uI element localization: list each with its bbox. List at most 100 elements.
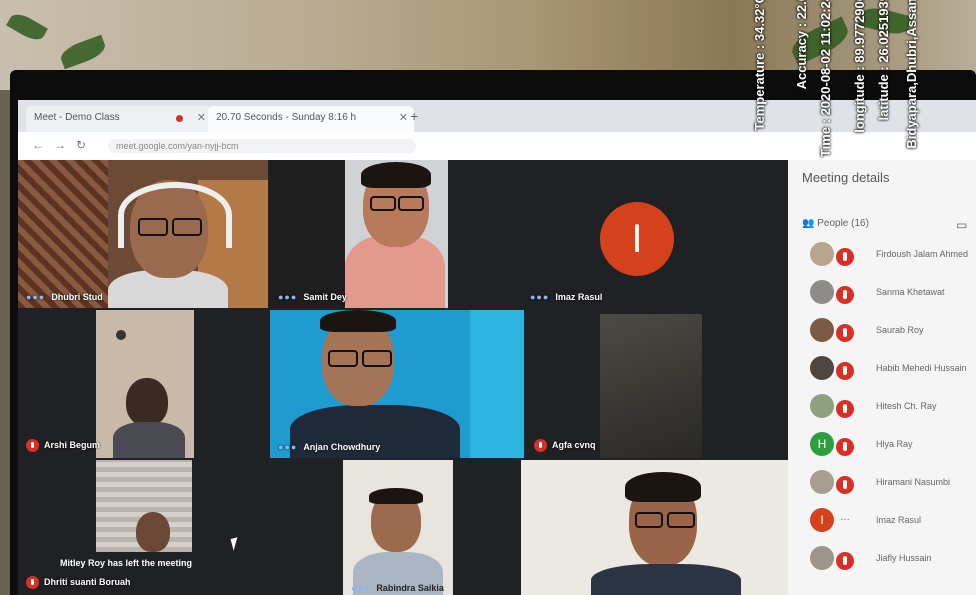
chat-icon[interactable]: ▭ — [956, 218, 967, 232]
participant-name: Hiramani Nasumbi — [876, 477, 951, 487]
participant-body — [113, 422, 185, 458]
participant-name: Jiafly Hussain — [876, 553, 932, 563]
more-dots-icon[interactable]: … — [840, 512, 850, 523]
participant-name: Imaz Rasul — [876, 515, 922, 525]
participant-tile[interactable]: ●●● Rabindra Saikia — [343, 460, 453, 595]
plant-leaf — [6, 9, 48, 45]
mic-off-icon — [534, 439, 547, 452]
participant-name: Dhriti suanti Boruah — [26, 576, 131, 589]
participant-face — [136, 512, 170, 552]
participant-hair — [369, 488, 423, 504]
gps-time: Time : 2020-08-02 11:02:24 — [818, 0, 833, 158]
mic-off-icon — [836, 476, 854, 494]
participant-name: Firdoush Jalam Ahmed — [876, 249, 969, 259]
mic-off-icon — [26, 576, 39, 589]
avatar — [810, 470, 834, 494]
mic-off-icon — [836, 362, 854, 380]
url-field[interactable]: meet.google.com/yan-nyjj-bcm — [108, 139, 416, 153]
participant-name: Hitesh Ch. Ray — [876, 401, 937, 411]
glasses — [172, 218, 202, 236]
participant-name: Sanma Khetawat — [876, 287, 945, 297]
mic-off-icon — [836, 286, 854, 304]
people-list-item[interactable]: H Hiya Ray — [810, 430, 976, 460]
participant-tile[interactable]: ●●● Dhubri Stud — [18, 160, 268, 308]
meeting-grid: ●●● Dhubri Stud ●●● Samit Dey I ●●● Imaz Ra… — [18, 160, 788, 595]
participant-name: ●●● Rabindra Saikia — [351, 583, 444, 593]
glasses — [370, 196, 396, 211]
mic-off-icon — [26, 439, 39, 452]
participant-tile[interactable]: Agfa cvnq — [526, 310, 788, 458]
participant-avatar: I — [600, 202, 674, 276]
participant-tile[interactable]: Mitley Roy has left the meeting Dhriti s… — [18, 460, 348, 595]
glasses — [667, 512, 695, 528]
participant-name: ●●● Dhubri Stud — [26, 292, 103, 302]
mic-off-icon — [836, 400, 854, 418]
participant-name: Habib Mehedi Hussain — [876, 363, 967, 373]
plant-leaf — [57, 34, 109, 70]
forward-icon[interactable]: → — [54, 138, 66, 152]
ceiling-fan-icon — [116, 330, 126, 340]
glasses — [138, 218, 168, 236]
people-list-item[interactable]: Habib Mehedi Hussain — [810, 354, 976, 384]
participant-hair — [625, 472, 701, 502]
people-list-item[interactable]: Saurab Roy — [810, 316, 976, 346]
mic-off-icon — [836, 248, 854, 266]
avatar — [810, 394, 834, 418]
participant-hair — [361, 162, 431, 188]
close-icon[interactable]: ✕ — [399, 106, 408, 130]
avatar — [810, 242, 834, 266]
back-icon[interactable]: ← — [32, 138, 44, 152]
mic-off-icon — [836, 324, 854, 342]
glasses — [362, 350, 392, 367]
more-dots-icon[interactable]: ●●● — [26, 292, 45, 302]
participant-name: ●●● Imaz Rasul — [530, 292, 603, 302]
glasses — [398, 196, 424, 211]
participant-name: Hiya Ray — [876, 439, 913, 449]
meeting-details-panel: Meeting details 👥 People (16) ▭ Firdoush… — [788, 160, 976, 595]
participant-tile[interactable]: Arshi Begum — [18, 310, 268, 458]
mic-off-icon — [836, 552, 854, 570]
glasses — [635, 512, 663, 528]
participant-name: Saurab Roy — [876, 325, 924, 335]
people-list-item[interactable]: Firdoush Jalam Ahmed — [810, 240, 976, 270]
browser-tab[interactable]: 20.70 Seconds - Sunday 8:16 h ✕ — [208, 106, 414, 132]
more-dots-icon[interactable]: ●●● — [351, 583, 370, 593]
avatar — [810, 356, 834, 380]
people-list-item[interactable]: Hitesh Ch. Ray — [810, 392, 976, 422]
avatar: H — [810, 432, 834, 456]
recording-dot-icon — [176, 115, 183, 122]
new-tab-button[interactable]: + — [410, 108, 418, 124]
close-icon[interactable]: ✕ — [197, 106, 206, 130]
headphones-icon — [118, 182, 232, 248]
reload-icon[interactable]: ↻ — [76, 138, 86, 152]
people-icon: 👥 — [802, 218, 815, 229]
people-list-item[interactable]: Hiramani Nasumbi — [810, 468, 976, 498]
people-list-item[interactable]: Jiafly Hussain — [810, 544, 976, 574]
people-list-item[interactable]: Sanma Khetawat — [810, 278, 976, 308]
glasses — [328, 350, 358, 367]
participant-tile[interactable]: I ●●● Imaz Rasul — [450, 160, 788, 308]
more-dots-icon[interactable]: ●●● — [530, 292, 549, 302]
avatar — [810, 318, 834, 342]
participant-name: ●●● Anjan Chowdhury — [278, 442, 381, 452]
meeting-notification: Mitley Roy has left the meeting — [60, 558, 193, 568]
gps-accuracy: Accuracy : 22.0 — [794, 0, 809, 90]
dark-camera-feed — [600, 314, 702, 458]
people-list-item[interactable]: I … Imaz Rasul — [810, 506, 976, 536]
gps-location: Bidyapara,Dhubri,Assam — [904, 0, 919, 149]
browser-tab[interactable]: Meet - Demo Class ✕ — [26, 106, 212, 132]
participant-tile[interactable]: ●●● Samit Dey — [270, 160, 448, 308]
more-dots-icon[interactable]: ●●● — [278, 292, 297, 302]
participant-tile[interactable] — [521, 460, 788, 595]
avatar — [810, 546, 834, 570]
tab-label: 20.70 Seconds - Sunday 8:16 h — [216, 112, 357, 123]
participant-face — [126, 378, 168, 426]
people-tab[interactable]: 👥 People (16) — [802, 218, 869, 229]
participant-name: Arshi Begum — [26, 439, 100, 452]
participant-name: Agfa cvnq — [534, 439, 596, 452]
avatar: I — [810, 508, 834, 532]
screen: Meet - Demo Class ✕ 20.70 Seconds - Sund… — [18, 100, 976, 595]
more-dots-icon[interactable]: ●●● — [278, 442, 297, 452]
tab-label: Meet - Demo Class — [34, 112, 120, 123]
participant-tile[interactable]: ●●● Anjan Chowdhury — [270, 310, 524, 458]
